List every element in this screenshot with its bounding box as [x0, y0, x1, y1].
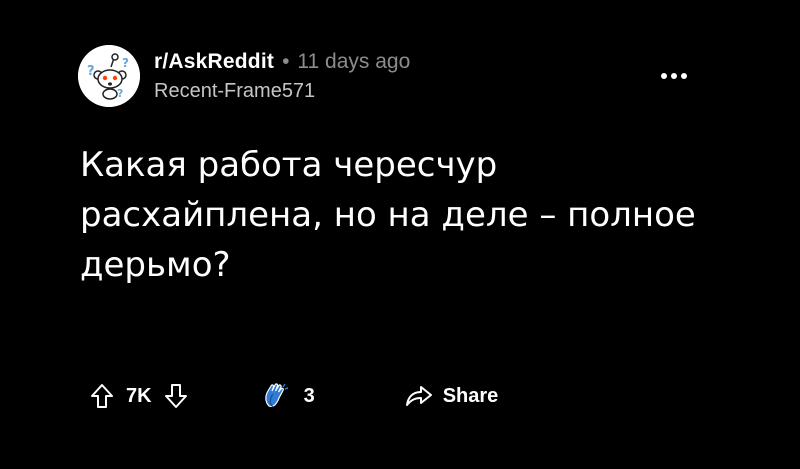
svg-text:?: ? — [87, 64, 95, 79]
askreddit-snoo-icon: ? ? ? — [78, 45, 140, 107]
more-options-icon — [661, 73, 687, 79]
post-title[interactable]: Какая работа чересчур расхайплена, но на… — [80, 140, 700, 290]
clapping-hands-award-icon — [264, 383, 288, 408]
svg-text:?: ? — [122, 56, 129, 70]
post-meta: r/AskReddit • 11 days ago Recent-Frame57… — [154, 49, 410, 102]
upvote-button[interactable] — [90, 383, 114, 409]
svg-text:?: ? — [117, 87, 123, 100]
vote-control: 7K — [90, 383, 188, 409]
share-button[interactable]: Share — [405, 384, 499, 408]
vote-score: 7K — [126, 384, 152, 407]
post-card: ? ? ? r/AskReddit • 11 days ago Recent-F… — [0, 0, 800, 469]
share-label: Share — [442, 384, 499, 407]
award-count: 3 — [303, 384, 315, 407]
award-button[interactable]: 3 — [262, 381, 315, 411]
post-header: ? ? ? r/AskReddit • 11 days ago Recent-F… — [78, 44, 410, 108]
meta-separator: • — [282, 50, 290, 74]
share-arrow-icon — [405, 386, 432, 406]
post-timestamp: 11 days ago — [297, 50, 411, 74]
subreddit-avatar[interactable]: ? ? ? — [78, 45, 140, 107]
more-options-button[interactable] — [661, 66, 697, 86]
author-link[interactable]: Recent-Frame571 — [154, 79, 410, 103]
post-meta-top: r/AskReddit • 11 days ago — [154, 49, 410, 74]
downvote-arrow-icon — [164, 384, 187, 408]
subreddit-link[interactable]: r/AskReddit — [154, 49, 274, 74]
upvote-arrow-icon — [91, 384, 113, 408]
downvote-button[interactable] — [164, 383, 188, 409]
post-actions-bar: 7K 3 Share — [90, 376, 498, 416]
